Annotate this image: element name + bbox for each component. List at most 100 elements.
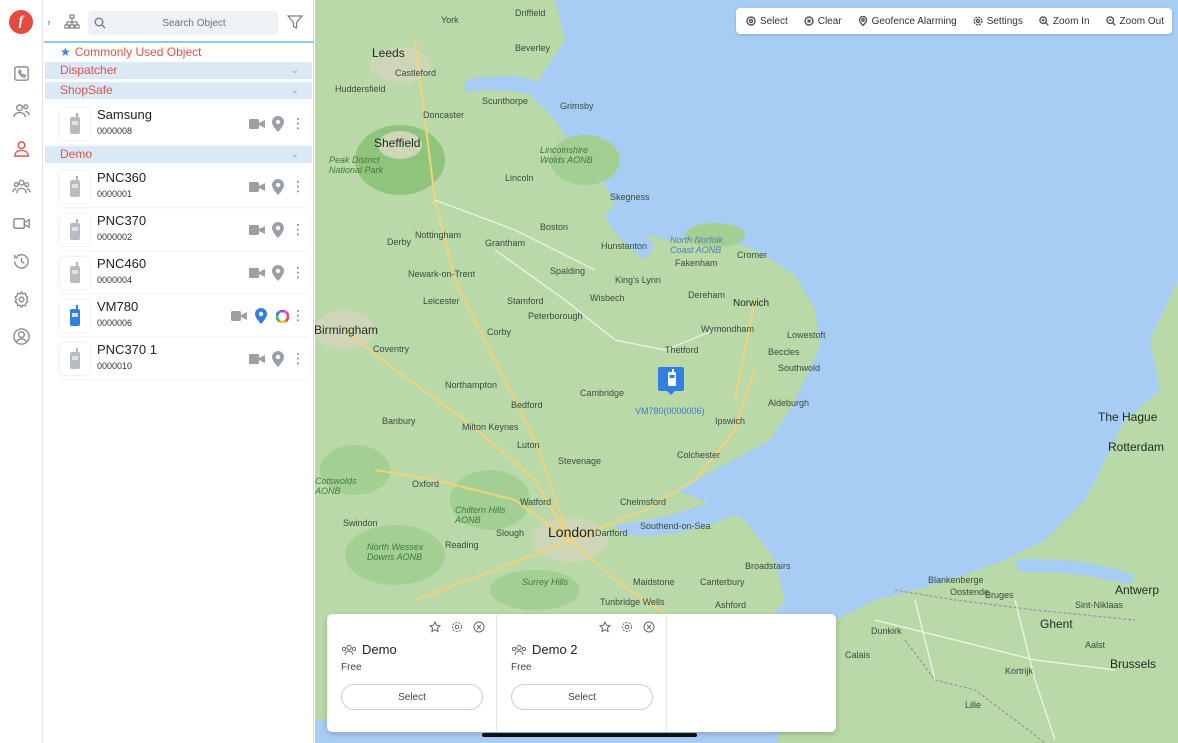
search-input[interactable] [88, 11, 278, 35]
device-row[interactable]: PNC370 0000002 ⋮ [58, 210, 310, 250]
video-call-icon[interactable] [248, 264, 266, 282]
org-tree-icon[interactable] [64, 14, 80, 30]
more-options-icon[interactable]: ⋮ [291, 349, 305, 367]
more-options-icon[interactable]: ⋮ [291, 220, 305, 238]
group-select-button[interactable]: Select [511, 684, 653, 710]
gear-icon[interactable] [620, 620, 634, 634]
location-pin-icon[interactable] [269, 264, 287, 282]
map-label: Peak District National Park [329, 155, 384, 175]
video-call-icon[interactable] [248, 221, 266, 239]
video-call-icon[interactable] [248, 178, 266, 196]
group-card: Demo 2 Free Select [497, 614, 667, 732]
device-map-marker[interactable] [657, 366, 685, 396]
map-view[interactable]: York Driffield Beverley Leeds Castleford… [315, 0, 1178, 743]
map-label: Slough [496, 528, 525, 538]
zoom-out-button[interactable]: Zoom Out [1105, 16, 1164, 27]
video-call-icon[interactable] [248, 115, 266, 133]
gear-icon[interactable] [450, 620, 464, 634]
profile-icon[interactable] [9, 324, 33, 348]
device-row[interactable]: PNC370 1 0000010 ⋮ [58, 339, 310, 379]
map-label: Fakenham [675, 258, 718, 268]
device-row[interactable]: PNC460 0000004 ⋮ [58, 253, 310, 293]
group-shopsafe[interactable]: ShopSafe ⌄ [45, 82, 312, 99]
radio-device-icon-online [60, 300, 90, 332]
map-label: Leicester [423, 296, 460, 306]
video-icon[interactable] [9, 211, 33, 235]
chevron-down-icon: ⌄ [290, 65, 299, 76]
clear-tool-button[interactable]: Clear [804, 16, 842, 27]
more-options-icon[interactable]: ⋮ [291, 114, 305, 132]
map-label: Nottingham [415, 230, 462, 240]
group-select-button[interactable]: Select [341, 684, 483, 710]
location-pin-icon[interactable] [269, 115, 287, 133]
map-label: Newark-on-Trent [408, 269, 476, 279]
groups-icon[interactable] [9, 174, 33, 198]
map-label: Cambridge [580, 388, 625, 398]
map-label: Banbury [382, 416, 416, 426]
map-label: Stevenage [558, 456, 602, 466]
device-id: 0000004 [97, 275, 133, 285]
device-name: PNC370 1 [97, 342, 157, 357]
location-pin-icon[interactable] [252, 307, 270, 325]
device-row[interactable]: Samsung 0000008 ⋮ [58, 104, 310, 144]
more-options-icon[interactable]: ⋮ [291, 263, 305, 281]
settings-icon[interactable] [9, 287, 33, 311]
select-tool-button[interactable]: Select [746, 16, 788, 27]
gear-icon [973, 16, 983, 26]
star-icon[interactable] [598, 620, 612, 634]
star-icon: ★ [60, 45, 71, 59]
geofence-tool-button[interactable]: Geofence Alarming [858, 16, 957, 27]
map-label: Sheffield [374, 136, 421, 150]
radio-device-icon [60, 257, 90, 289]
map-label: Bruges [985, 590, 1014, 600]
user-icon[interactable] [9, 136, 33, 160]
map-label: Birmingham [315, 323, 379, 337]
location-pin-icon[interactable] [269, 178, 287, 196]
map-label: North Wessex Downs AONB [367, 542, 424, 562]
settings-tool-button[interactable]: Settings [973, 16, 1023, 27]
map-label: Ghent [1040, 617, 1073, 631]
group-cards-panel: Demo Free Select Demo 2 Free Select [327, 614, 836, 732]
star-icon[interactable] [428, 620, 442, 634]
chevron-down-icon: ⌄ [290, 85, 299, 96]
map-label: Rotterdam [1108, 440, 1165, 454]
device-row[interactable]: VM780 0000006 ⋮ [58, 296, 310, 336]
device-marker-label[interactable]: VM780(0000006) [635, 406, 705, 416]
map-label: Antwerp [1115, 583, 1160, 597]
color-wheel-icon[interactable] [273, 307, 291, 325]
group-dispatcher[interactable]: Dispatcher ⌄ [45, 62, 312, 79]
group-card-title: Demo [362, 642, 397, 657]
map-label: Coventry [373, 344, 410, 354]
device-row[interactable]: PNC360 0000001 ⋮ [58, 167, 310, 207]
group-label: Demo [60, 147, 93, 161]
zoom-in-button[interactable]: Zoom In [1039, 16, 1090, 27]
select-icon [746, 16, 756, 26]
group-demo[interactable]: Demo ⌄ [45, 146, 312, 163]
close-circle-icon[interactable] [472, 620, 486, 634]
commonly-used-object[interactable]: ★ Commonly Used Object [60, 45, 201, 59]
app-window: f › Search Object ★ Commonly Used Object… [0, 0, 1178, 743]
more-options-icon[interactable]: ⋮ [291, 177, 305, 195]
history-icon[interactable] [9, 249, 33, 273]
map-label: Kortrijk [1005, 666, 1034, 676]
bottom-handle-bar[interactable] [482, 733, 697, 737]
location-pin-icon[interactable] [269, 350, 287, 368]
contacts-icon[interactable] [9, 98, 33, 122]
object-panel: › ★ Commonly Used Object Dispatcher ⌄ Sh… [44, 0, 314, 743]
map-label: Norwich [733, 298, 770, 309]
video-call-icon[interactable] [230, 307, 248, 325]
location-pin-icon[interactable] [269, 221, 287, 239]
map-label: Reading [445, 540, 479, 550]
chevron-right-icon[interactable]: › [47, 17, 51, 29]
tool-label: Settings [986, 15, 1023, 27]
more-options-icon[interactable]: ⋮ [291, 306, 305, 324]
map-label: The Hague [1098, 410, 1158, 424]
map-label: Southend-on-Sea [640, 521, 711, 531]
clear-icon [804, 16, 814, 26]
tool-label: Geofence Alarming [871, 15, 957, 27]
close-circle-icon[interactable] [642, 620, 656, 634]
filter-icon[interactable] [287, 14, 303, 30]
app-logo: f [9, 10, 33, 34]
dispatch-console-icon[interactable] [9, 61, 33, 85]
video-call-icon[interactable] [248, 350, 266, 368]
